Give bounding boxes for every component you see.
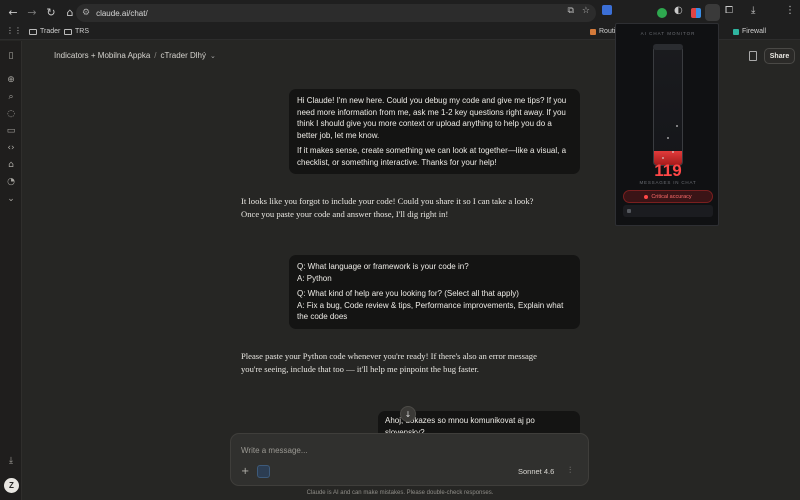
user-message: Q: What language or framework is your co…	[289, 255, 580, 329]
bookmark-star-icon[interactable]: ☆	[582, 6, 590, 16]
extension-incognito-icon[interactable]: ◐	[674, 5, 683, 16]
bookmark-routi[interactable]: Routi	[590, 28, 615, 35]
status-dot-icon	[644, 194, 649, 199]
assistant-message: It looks like you forgot to include your…	[241, 196, 534, 219]
url-text: claude.ai/chat/	[96, 8, 148, 18]
lock-icon	[627, 209, 631, 213]
download-icon[interactable]: ⤓	[751, 5, 755, 16]
app-sidebar: ▯ ⊕ ⌕ ◌ ▭ ‹› ⌂ ◔ ⌄ ⤓	[0, 41, 22, 500]
extension-green-icon[interactable]	[657, 8, 667, 18]
bookmark-label: Firewall	[742, 28, 767, 35]
message-count: 119	[654, 161, 682, 180]
gauge-bubble	[667, 137, 669, 139]
message-text: A: Fix a bug, Code review & tips, Perfor…	[297, 300, 564, 322]
disclaimer-text: Claude is AI and can make mistakes. Plea…	[306, 490, 494, 496]
projects-icon[interactable]: ▭	[5, 125, 17, 137]
monitor-action-button[interactable]	[623, 205, 713, 217]
artifacts-icon[interactable]: ⌂	[5, 159, 17, 171]
customize-icon[interactable]: ◔	[5, 176, 17, 188]
scroll-down-icon[interactable]: ↓	[400, 406, 416, 422]
message-composer[interactable]: Write a message... + Sonnet 4.6 ⫶	[230, 433, 589, 486]
status-text: Critical accuracy	[651, 193, 692, 200]
message-count-label: MESSAGES IN CHAT	[639, 180, 697, 185]
message-text: Q: What kind of help are you looking for…	[297, 289, 519, 298]
bookmark-label: Trader	[40, 28, 61, 35]
chevron-down-icon[interactable]: ⌄	[210, 52, 216, 60]
monitor-title: AI CHAT MONITOR	[640, 31, 696, 36]
bookmark-firewall[interactable]: Firewall	[733, 28, 766, 35]
monitor-gauge-cap	[653, 44, 683, 50]
breadcrumb: Indicators + Mobilna Appka / cTrader Dlh…	[54, 51, 216, 60]
message-text: Hi Claude! I'm new here. Could you debug…	[297, 96, 567, 140]
share-button[interactable]: Share	[764, 48, 795, 64]
download-icon[interactable]: ⤓	[5, 455, 17, 467]
message-text: Q: What language or framework is your co…	[297, 262, 469, 271]
bookmark-trs[interactable]: TRS	[64, 28, 89, 35]
forward-icon[interactable]: →	[23, 4, 41, 22]
extension-monitor-icon[interactable]	[705, 4, 720, 21]
back-icon[interactable]: ←	[4, 4, 22, 22]
bookmark-label: TRS	[75, 28, 89, 35]
menu-kebab-icon[interactable]: ⋮	[785, 5, 795, 16]
status-badge: Critical accuracy	[623, 190, 713, 203]
new-chat-icon[interactable]: ⊕	[5, 74, 17, 86]
add-attachment-icon[interactable]: +	[241, 466, 249, 477]
folder-icon	[29, 28, 37, 35]
tools-icon[interactable]	[257, 465, 270, 478]
message-text: If it makes sense, create something we c…	[297, 146, 567, 167]
extension-translate-icon[interactable]	[602, 5, 612, 15]
breadcrumb-separator: /	[154, 51, 157, 60]
gauge-bubble	[672, 151, 674, 153]
assistant-message: Please paste your Python code whenever y…	[241, 351, 537, 374]
address-bar[interactable]: ⚙ claude.ai/chat/ ⧉ ☆	[76, 4, 596, 22]
message-input[interactable]: Write a message...	[241, 446, 308, 455]
bookmark-trader[interactable]: Trader	[29, 28, 60, 35]
apps-grid-icon[interactable]: ⋮⋮	[6, 26, 22, 35]
bookmark-favicon-icon	[590, 28, 596, 35]
site-info-icon[interactable]: ⚙	[82, 8, 90, 18]
breadcrumb-project[interactable]: Indicators + Mobilna Appka	[54, 51, 150, 60]
extension-grid-icon[interactable]	[691, 8, 701, 18]
expand-icon[interactable]: ⌄	[5, 193, 17, 205]
gauge-bubble	[662, 157, 664, 159]
model-selector[interactable]: Sonnet 4.6	[518, 467, 554, 476]
install-app-icon[interactable]: ⧉	[567, 6, 573, 16]
folder-icon	[64, 28, 72, 35]
reload-icon[interactable]: ↻	[42, 4, 60, 22]
document-icon[interactable]	[749, 51, 757, 61]
sidebar-toggle-icon[interactable]: ▯	[5, 50, 17, 62]
chat-monitor-popup: AI CHAT MONITOR 119 MESSAGES IN CHAT Cri…	[615, 23, 719, 226]
extensions-puzzle-icon[interactable]: ⧠	[725, 5, 733, 16]
monitor-gauge	[653, 46, 683, 166]
message-text: A: Python	[297, 273, 332, 283]
breadcrumb-chat-title[interactable]: cTrader Dlhý	[161, 51, 207, 60]
search-icon[interactable]: ⌕	[5, 91, 17, 103]
bookmark-favicon-icon	[733, 28, 739, 35]
gauge-bubble	[676, 125, 678, 127]
bookmark-label: Routi	[599, 28, 616, 35]
user-message: Hi Claude! I'm new here. Could you debug…	[289, 89, 580, 174]
chats-icon[interactable]: ◌	[5, 108, 17, 120]
voice-icon[interactable]: ⫶	[569, 466, 571, 476]
code-icon[interactable]: ‹›	[5, 142, 17, 154]
browser-toolbar: ← → ↻ ⌂ ⚙ claude.ai/chat/ ⧉ ☆ ◐ ⧠ ⤓ ⋮	[0, 0, 800, 25]
